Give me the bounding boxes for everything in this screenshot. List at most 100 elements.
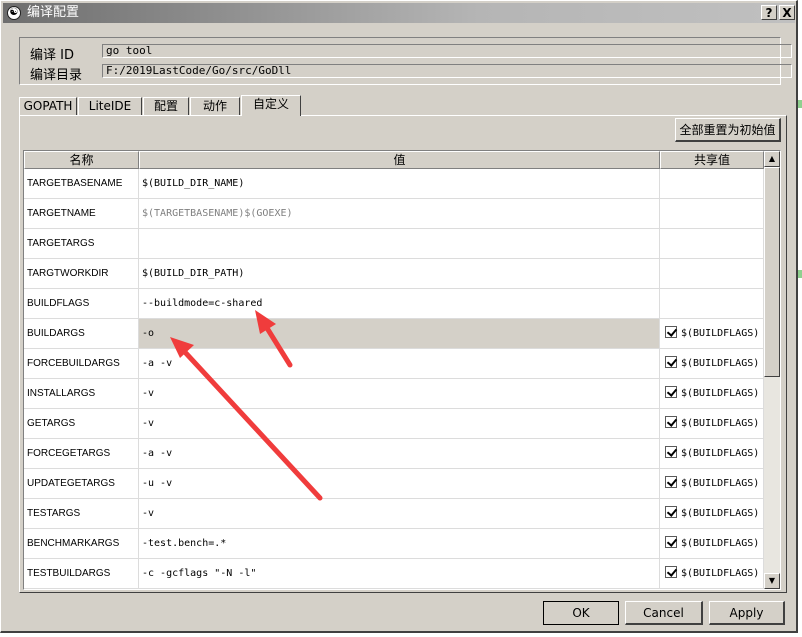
ok-button[interactable]: OK — [543, 601, 619, 625]
cancel-button[interactable]: Cancel — [625, 601, 703, 625]
var-name-cell: TARGTWORKDIR — [24, 259, 139, 289]
shared-checkbox[interactable] — [665, 416, 677, 428]
reset-all-button[interactable]: 全部重置为初始值 — [675, 118, 781, 142]
background-window-edge — [798, 270, 802, 278]
var-name-cell: BENCHMARKARGS — [24, 529, 139, 559]
background-window-edge — [798, 100, 802, 108]
var-value-cell[interactable]: -o — [139, 319, 660, 349]
var-name-cell: FORCEBUILDARGS — [24, 349, 139, 379]
vertical-scrollbar[interactable]: ▲ ▼ — [764, 151, 780, 589]
table-row[interactable]: INSTALLARGS -v $(BUILDFLAGS) — [24, 379, 764, 409]
shared-value-cell[interactable]: $(BUILDFLAGS) — [660, 379, 764, 409]
shared-value-text: $(BUILDFLAGS) — [681, 448, 760, 459]
tab-custom[interactable]: 自定义 — [241, 95, 301, 116]
var-name-cell: TARGETBASENAME — [24, 169, 139, 199]
var-name-cell: TARGETNAME — [24, 199, 139, 229]
shared-checkbox[interactable] — [665, 356, 677, 368]
var-value-cell[interactable]: -v — [139, 409, 660, 439]
column-header-value[interactable]: 值 — [139, 151, 660, 169]
shared-value-text: $(BUILDFLAGS) — [681, 418, 760, 429]
var-value-cell[interactable]: $(BUILD_DIR_PATH) — [139, 259, 660, 289]
shared-value-cell[interactable] — [660, 289, 764, 319]
build-id-field[interactable]: go tool — [102, 44, 792, 58]
table-row[interactable]: TESTBUILDARGS -c -gcflags "-N -l" $(BUILDF… — [24, 559, 764, 589]
table-row[interactable]: UPDATEGETARGS -u -v $(BUILDFLAGS) — [24, 469, 764, 499]
table-row[interactable]: TARGETBASENAME $(BUILD_DIR_NAME) — [24, 169, 764, 199]
tab-gopath[interactable]: GOPATH — [19, 97, 77, 115]
build-dir-label: 编译目录 — [30, 68, 83, 83]
var-value-cell[interactable]: $(TARGETBASENAME)$(GOEXE) — [139, 199, 660, 229]
column-header-shared[interactable]: 共享值 — [660, 151, 764, 169]
table-row[interactable]: GETARGS -v $(BUILDFLAGS) — [24, 409, 764, 439]
var-value-cell[interactable] — [139, 229, 660, 259]
var-name-cell: TESTBUILDARGS — [24, 559, 139, 589]
help-button[interactable]: ? — [761, 5, 777, 20]
shared-value-text: $(BUILDFLAGS) — [681, 328, 760, 339]
shared-value-cell[interactable]: $(BUILDFLAGS) — [660, 439, 764, 469]
build-info-group: 编译 ID go tool 编译目录 F:/2019LastCode/Go/sr… — [19, 37, 792, 85]
var-name-cell: FORCEGETARGS — [24, 439, 139, 469]
shared-value-text: $(BUILDFLAGS) — [681, 508, 760, 519]
shared-value-cell[interactable] — [660, 199, 764, 229]
build-config-dialog: ☯ 编译配置 ? X 编译 ID go tool 编译目录 F:/2019Las… — [0, 0, 798, 633]
shared-value-cell[interactable]: $(BUILDFLAGS) — [660, 559, 764, 589]
shared-value-cell[interactable]: $(BUILDFLAGS) — [660, 529, 764, 559]
scroll-down-icon[interactable]: ▼ — [764, 573, 780, 589]
var-value-cell[interactable]: -test.bench=.* — [139, 529, 660, 559]
apply-button[interactable]: Apply — [709, 601, 785, 625]
var-value-cell[interactable]: -a -v — [139, 349, 660, 379]
shared-value-cell[interactable]: $(BUILDFLAGS) — [660, 499, 764, 529]
table-row[interactable]: BUILDARGS -o $(BUILDFLAGS) — [24, 319, 764, 349]
yin-yang-icon: ☯ — [7, 6, 21, 20]
var-name-cell: TESTARGS — [24, 499, 139, 529]
shared-value-cell[interactable]: $(BUILDFLAGS) — [660, 319, 764, 349]
shared-checkbox[interactable] — [665, 386, 677, 398]
table-row[interactable]: TESTARGS -v $(BUILDFLAGS) — [24, 499, 764, 529]
tab-config[interactable]: 配置 — [143, 97, 189, 115]
tab-liteide[interactable]: LiteIDE — [78, 97, 142, 115]
shared-checkbox[interactable] — [665, 326, 677, 338]
shared-value-text: $(BUILDFLAGS) — [681, 568, 760, 579]
var-value-cell[interactable]: -v — [139, 499, 660, 529]
var-value-cell[interactable]: --buildmode=c-shared — [139, 289, 660, 319]
close-button[interactable]: X — [779, 5, 795, 20]
title-bar[interactable]: ☯ 编译配置 ? X — [3, 3, 795, 23]
shared-checkbox[interactable] — [665, 506, 677, 518]
shared-value-text: $(BUILDFLAGS) — [681, 478, 760, 489]
shared-checkbox[interactable] — [665, 476, 677, 488]
shared-value-text: $(BUILDFLAGS) — [681, 538, 760, 549]
var-name-cell: TARGETARGS — [24, 229, 139, 259]
table-row[interactable]: BENCHMARKARGS -test.bench=.* $(BUILDFLAGS) — [24, 529, 764, 559]
shared-value-cell[interactable] — [660, 169, 764, 199]
custom-vars-table: 名称 值 共享值 TARGETBASENAME $(BUILD_DIR_NAME)… — [23, 150, 781, 590]
shared-checkbox[interactable] — [665, 536, 677, 548]
shared-checkbox[interactable] — [665, 566, 677, 578]
table-row[interactable]: TARGETNAME $(TARGETBASENAME)$(GOEXE) — [24, 199, 764, 229]
var-value-cell[interactable]: -a -v — [139, 439, 660, 469]
shared-value-cell[interactable]: $(BUILDFLAGS) — [660, 409, 764, 439]
table-row[interactable]: TARGTWORKDIR $(BUILD_DIR_PATH) — [24, 259, 764, 289]
scroll-thumb[interactable] — [764, 167, 780, 377]
shared-value-text: $(BUILDFLAGS) — [681, 388, 760, 399]
var-name-cell: BUILDFLAGS — [24, 289, 139, 319]
table-row[interactable]: FORCEBUILDARGS -a -v $(BUILDFLAGS) — [24, 349, 764, 379]
shared-value-cell[interactable] — [660, 259, 764, 289]
var-value-cell[interactable]: -v — [139, 379, 660, 409]
shared-value-cell[interactable]: $(BUILDFLAGS) — [660, 469, 764, 499]
table-row[interactable]: BUILDFLAGS --buildmode=c-shared — [24, 289, 764, 319]
var-value-cell[interactable]: $(BUILD_DIR_NAME) — [139, 169, 660, 199]
shared-value-cell[interactable] — [660, 229, 764, 259]
tab-actions[interactable]: 动作 — [190, 97, 240, 115]
table-row[interactable]: TARGETARGS — [24, 229, 764, 259]
var-name-cell: BUILDARGS — [24, 319, 139, 349]
scroll-up-icon[interactable]: ▲ — [764, 151, 780, 167]
window-title: 编译配置 — [27, 5, 80, 20]
shared-checkbox[interactable] — [665, 446, 677, 458]
var-name-cell: UPDATEGETARGS — [24, 469, 139, 499]
table-row[interactable]: FORCEGETARGS -a -v $(BUILDFLAGS) — [24, 439, 764, 469]
build-dir-field[interactable]: F:/2019LastCode/Go/src/GoDll — [102, 64, 792, 78]
column-header-name[interactable]: 名称 — [24, 151, 139, 169]
var-value-cell[interactable]: -c -gcflags "-N -l" — [139, 559, 660, 589]
var-value-cell[interactable]: -u -v — [139, 469, 660, 499]
shared-value-cell[interactable]: $(BUILDFLAGS) — [660, 349, 764, 379]
